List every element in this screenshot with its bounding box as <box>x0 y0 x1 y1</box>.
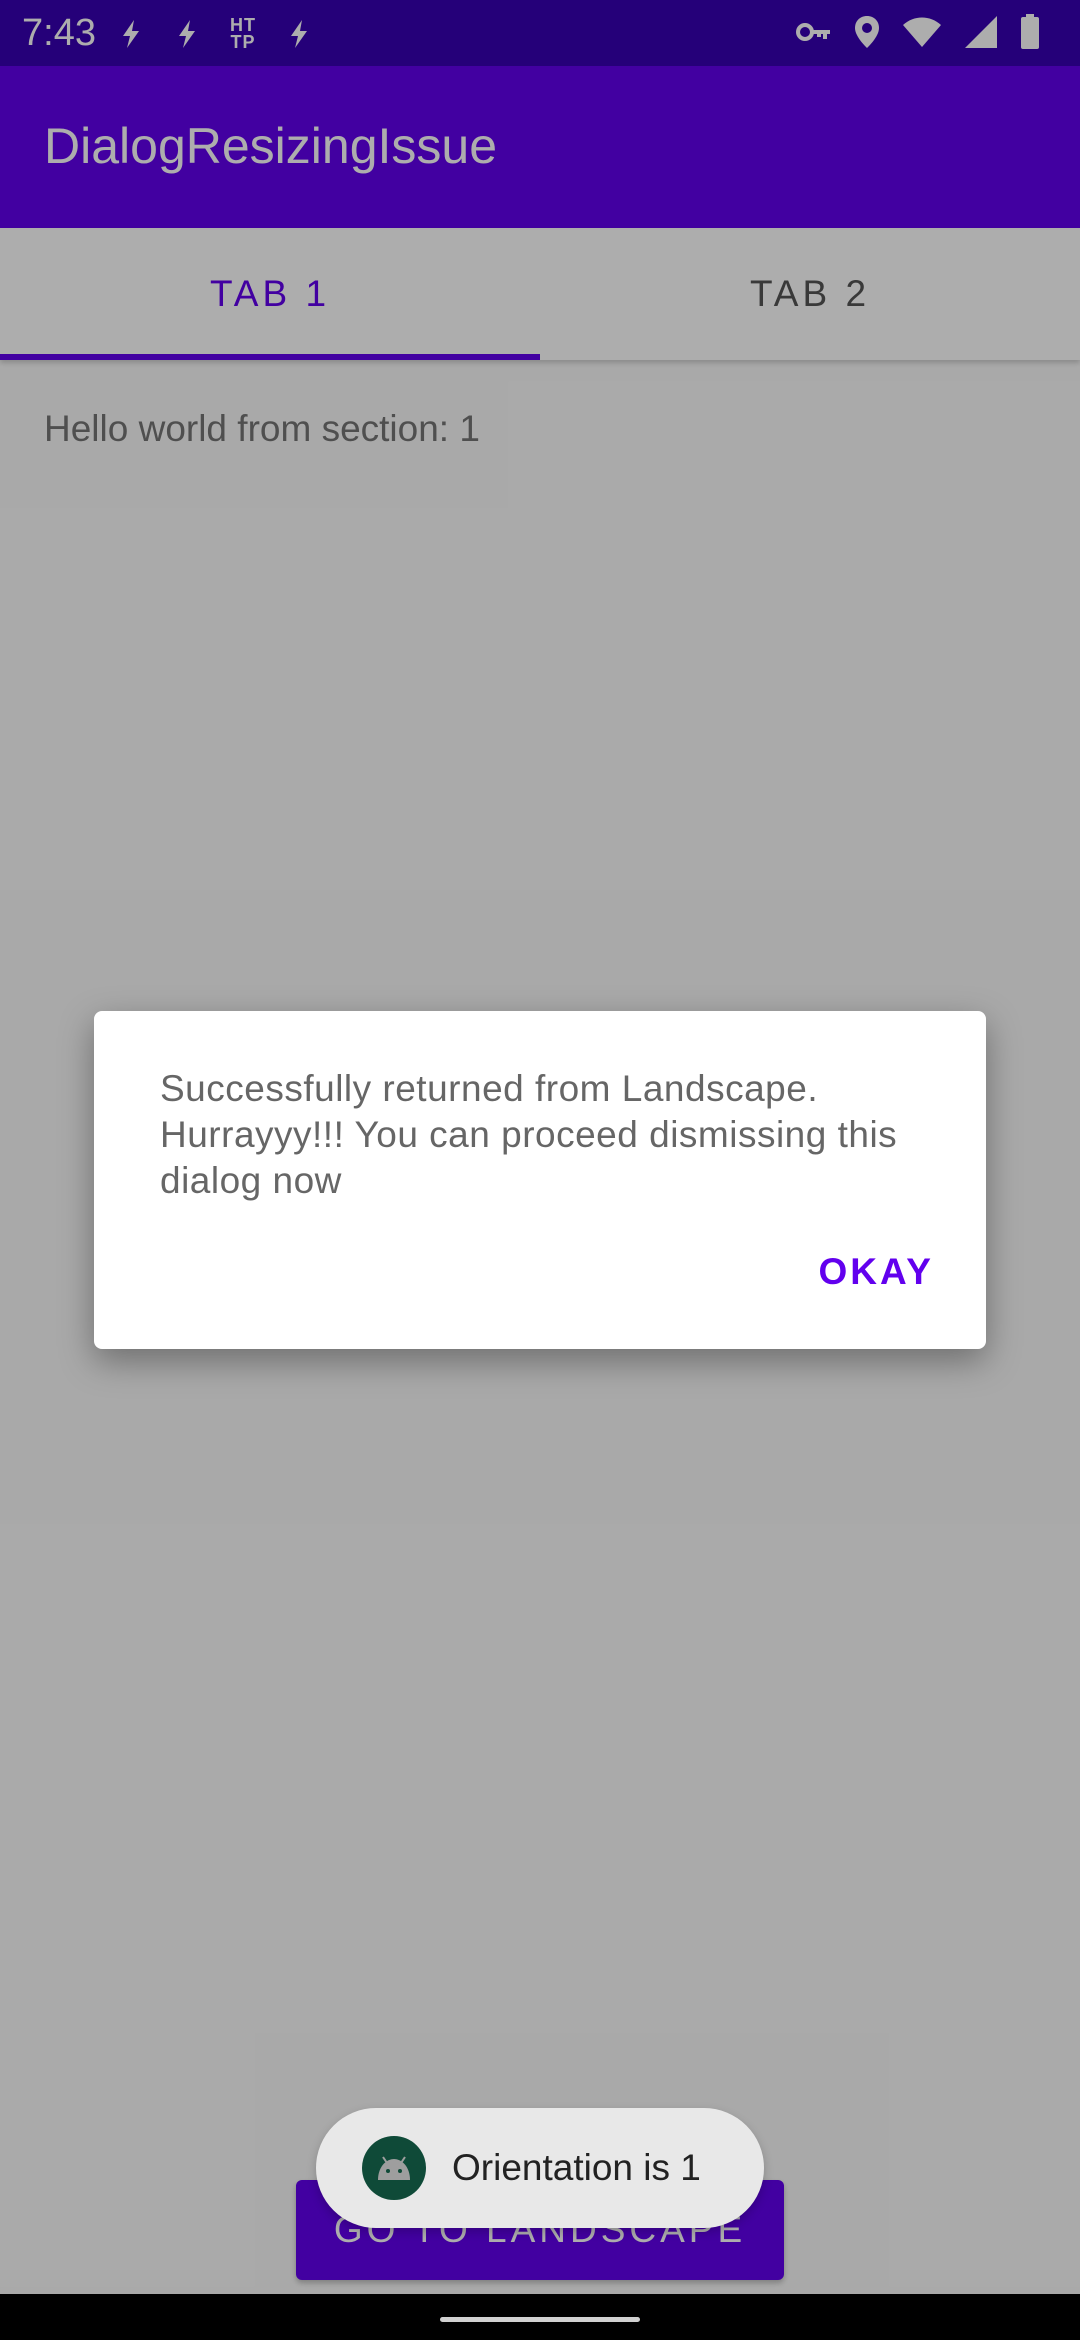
navigation-bar <box>0 2294 1080 2340</box>
okay-button[interactable]: OKAY <box>818 1251 934 1293</box>
toast: Orientation is 1 <box>316 2108 764 2228</box>
dialog-message: Successfully returned from Landscape. Hu… <box>160 1068 898 1201</box>
alert-dialog: Successfully returned from Landscape. Hu… <box>94 1011 986 1349</box>
toast-text: Orientation is 1 <box>452 2147 701 2188</box>
android-icon <box>362 2136 426 2200</box>
app-screen: 7:43 HT TP DialogResizingIssue TAB 1 TAB… <box>0 0 1080 2340</box>
home-gesture-handle[interactable] <box>440 2317 640 2322</box>
